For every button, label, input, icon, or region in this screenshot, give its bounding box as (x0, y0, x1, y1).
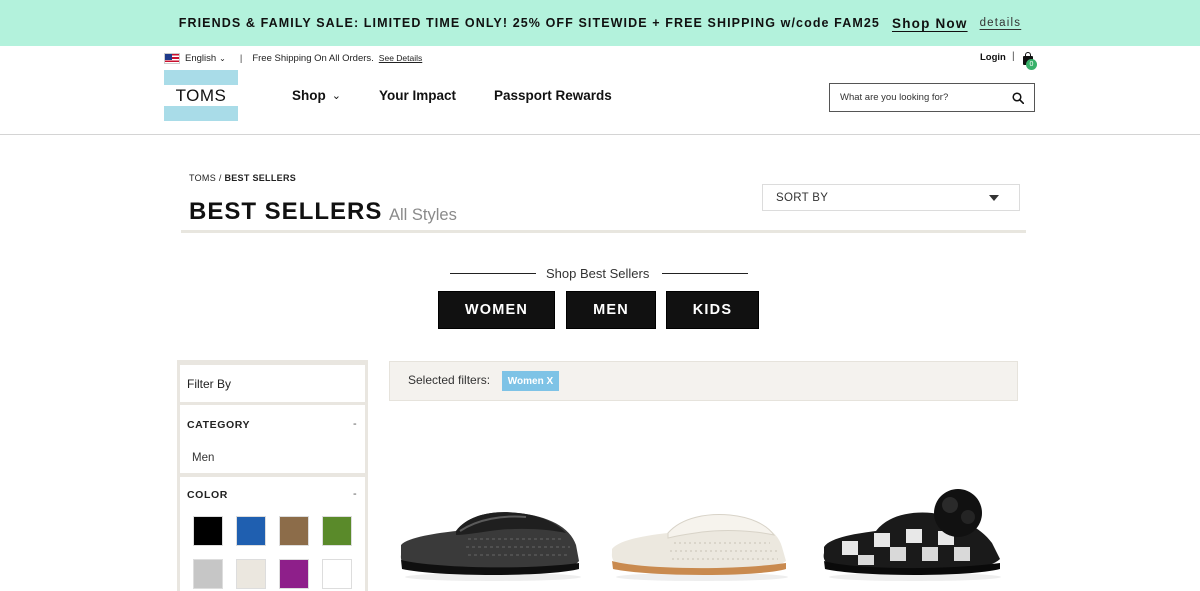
color-swatch-black[interactable] (193, 516, 223, 546)
page-title: BEST SELLERS (189, 198, 383, 225)
filter-sidebar (177, 360, 368, 591)
shop-now-link[interactable]: Shop Now (892, 16, 968, 31)
search-icon[interactable] (1012, 92, 1024, 104)
see-details-link[interactable]: See Details (379, 53, 422, 63)
selected-filters-label: Selected filters: (408, 373, 491, 387)
color-swatch-grey[interactable] (193, 559, 223, 589)
breadcrumb: TOMS / BEST SELLERS (189, 173, 296, 183)
nav-item-your-impact[interactable]: Your Impact (379, 88, 456, 103)
breadcrumb-current: BEST SELLERS (224, 173, 297, 183)
nav-item-passport-rewards[interactable]: Passport Rewards (494, 88, 612, 103)
color-swatch-green[interactable] (322, 516, 352, 546)
title-divider (181, 230, 1026, 233)
promo-text: FRIENDS & FAMILY SALE: LIMITED TIME ONLY… (178, 16, 880, 30)
product-image[interactable] (610, 505, 796, 585)
product-image[interactable] (820, 485, 1008, 585)
breadcrumb-root[interactable]: TOMS (189, 173, 216, 183)
logo-text: TOMS (164, 85, 238, 106)
utility-bar: English ⌄ | Free Shipping On All Orders.… (164, 50, 422, 66)
women-button[interactable]: WOMEN (438, 291, 555, 329)
divider: | (239, 52, 243, 64)
toms-logo[interactable]: TOMS (164, 70, 238, 121)
cart-count-badge: 0 (1026, 59, 1037, 70)
product-image[interactable] (398, 505, 584, 585)
search-box (829, 83, 1035, 112)
header-divider (0, 134, 1200, 135)
chevron-down-icon: ⌄ (331, 90, 341, 102)
login-link[interactable]: Login (980, 52, 1006, 63)
nav-item-shop[interactable]: Shop ⌄ (292, 88, 341, 103)
sort-label: SORT BY (776, 191, 829, 204)
color-swatch-brown[interactable] (279, 516, 309, 546)
filter-chip-women[interactable]: Women X (502, 371, 559, 391)
color-swatch-blue[interactable] (236, 516, 266, 546)
shop-best-sellers-heading: Shop Best Sellers (546, 266, 650, 281)
kids-button[interactable]: KIDS (666, 291, 759, 329)
language-selector[interactable]: English (185, 53, 216, 64)
nav-label: Shop (292, 88, 326, 103)
nav-label: Passport Rewards (493, 88, 612, 103)
chevron-down-icon[interactable]: ⌄ (219, 54, 226, 63)
us-flag-icon (164, 52, 180, 64)
collapse-icon[interactable]: - (353, 418, 357, 430)
promo-details-link[interactable]: details (980, 17, 1022, 29)
shipping-note: Free Shipping On All Orders. (252, 52, 374, 64)
category-heading[interactable]: CATEGORY (187, 419, 250, 431)
men-button[interactable]: MEN (566, 291, 656, 329)
category-option-men[interactable]: Men (192, 452, 214, 464)
search-input[interactable] (840, 92, 1000, 103)
main-nav: Shop ⌄ Your Impact Passport Rewards (292, 88, 650, 103)
page-subtitle: All Styles (389, 206, 457, 224)
decorative-line (450, 273, 536, 274)
color-swatch-natural[interactable] (236, 559, 266, 589)
sort-dropdown[interactable]: SORT BY (762, 184, 1020, 211)
color-heading[interactable]: COLOR (187, 489, 228, 501)
color-swatch-purple[interactable] (279, 559, 309, 589)
color-swatch-white[interactable] (322, 559, 352, 589)
decorative-line (662, 273, 748, 274)
promo-banner: FRIENDS & FAMILY SALE: LIMITED TIME ONLY… (0, 0, 1200, 46)
collapse-icon[interactable]: - (353, 488, 357, 500)
caret-down-icon (989, 195, 999, 201)
divider: | (1012, 51, 1015, 62)
filter-by-heading: Filter By (187, 377, 232, 391)
nav-label: Your Impact (378, 88, 456, 103)
